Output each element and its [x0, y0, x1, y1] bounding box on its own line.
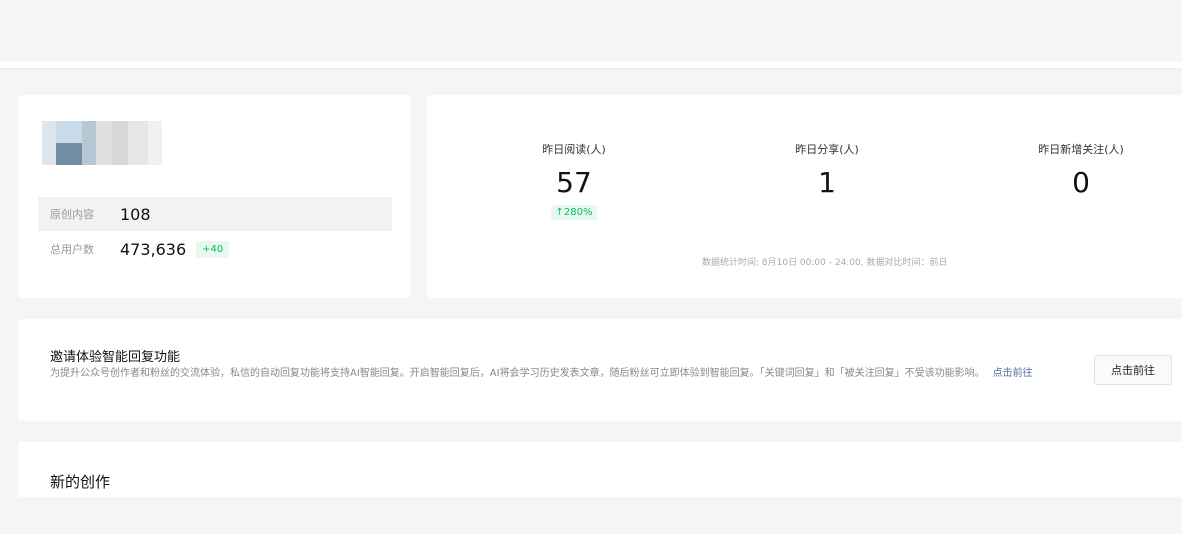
- total-users-row: 总用户数 473,636 +40: [38, 232, 392, 266]
- metric-shares[interactable]: 昨日分享(人) 1: [727, 141, 927, 199]
- account-avatar-blurred[interactable]: [42, 121, 162, 165]
- original-content-value[interactable]: 108: [120, 205, 151, 224]
- yesterday-metrics-card: 昨日阅读(人) 57 ↑280% 昨日分享(人) 1 昨日新增关注(人) 0 数…: [427, 95, 1182, 298]
- metric-new-followers-value: 0: [1072, 166, 1090, 199]
- avatar-pixel: [96, 121, 112, 165]
- total-users-value[interactable]: 473,636: [120, 240, 186, 259]
- new-creation-card: 新的创作: [18, 442, 1182, 497]
- invite-title: 邀请体验智能回复功能: [50, 350, 181, 365]
- invite-inline-link[interactable]: 点击前往: [993, 368, 1033, 379]
- top-bar-divider: [0, 62, 1182, 69]
- metric-reads-label: 昨日阅读(人): [542, 143, 606, 156]
- invite-description-text: 为提升公众号创作者和粉丝的交流体验，私信的自动回复功能将支持AI智能回复。开启智…: [50, 368, 985, 379]
- metric-reads-change-badge: ↑280%: [550, 205, 598, 220]
- metric-shares-label: 昨日分享(人): [795, 143, 859, 156]
- smart-reply-invite-card: 邀请体验智能回复功能 为提升公众号创作者和粉丝的交流体验，私信的自动回复功能将支…: [18, 319, 1182, 421]
- metric-reads-value: 57: [556, 166, 592, 199]
- total-users-delta-badge: +40: [196, 240, 230, 258]
- metric-new-followers[interactable]: 昨日新增关注(人) 0: [981, 141, 1181, 199]
- top-bar: [0, 0, 1182, 62]
- avatar-pixel: [128, 121, 148, 165]
- new-creation-title: 新的创作: [50, 473, 111, 491]
- metric-new-followers-label: 昨日新增关注(人): [1038, 143, 1124, 156]
- invite-description: 为提升公众号创作者和粉丝的交流体验，私信的自动回复功能将支持AI智能回复。开启智…: [50, 366, 1050, 381]
- total-users-label: 总用户数: [50, 243, 94, 256]
- avatar-pixel: [148, 121, 162, 165]
- invite-go-button[interactable]: 点击前往: [1094, 355, 1172, 385]
- original-content-row: 原创内容 108: [38, 197, 392, 231]
- metric-shares-value: 1: [818, 166, 836, 199]
- metric-reads[interactable]: 昨日阅读(人) 57 ↑280%: [474, 141, 674, 220]
- metrics-footnote: 数据统计时间: 8月10日 00:00 - 24:00, 数据对比时间：前日: [702, 258, 948, 268]
- account-summary-card: 原创内容 108 总用户数 473,636 +40: [18, 95, 411, 298]
- avatar-pixel: [42, 121, 56, 165]
- avatar-pixel: [82, 121, 96, 165]
- avatar-pixel: [56, 121, 82, 165]
- original-content-label: 原创内容: [50, 208, 94, 221]
- avatar-pixel: [112, 121, 128, 165]
